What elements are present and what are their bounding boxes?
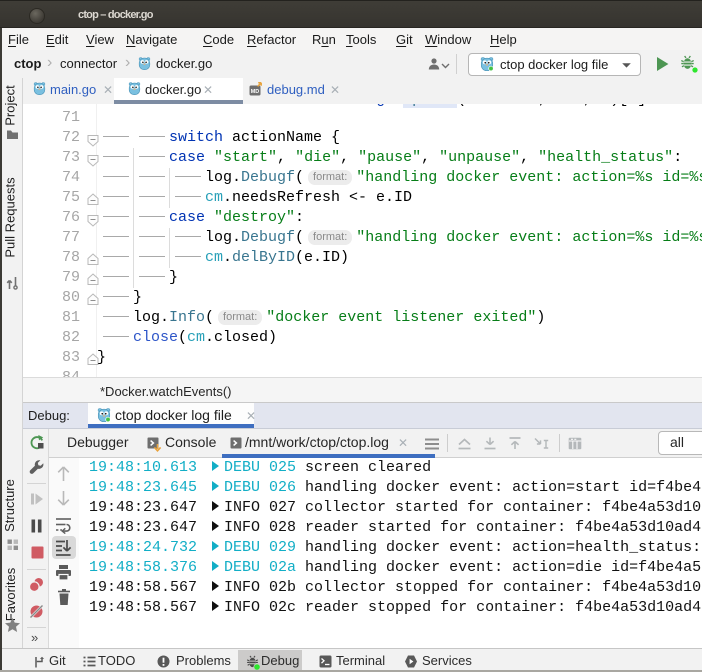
svg-text:MD: MD — [251, 89, 259, 95]
